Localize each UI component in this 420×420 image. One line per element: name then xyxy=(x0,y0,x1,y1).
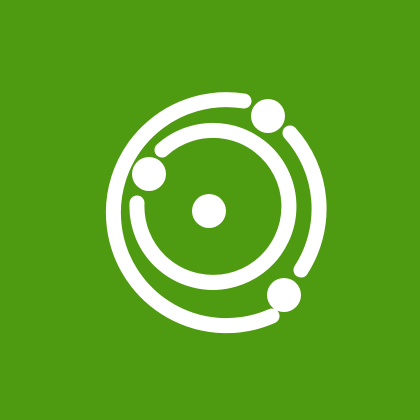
satellite-left xyxy=(132,157,166,191)
satellite-top-right xyxy=(251,99,285,133)
orbit-core xyxy=(192,194,226,228)
satellite-bottom-right xyxy=(267,278,301,312)
app-logo-tile xyxy=(0,0,420,420)
orbit-icon xyxy=(0,0,420,420)
